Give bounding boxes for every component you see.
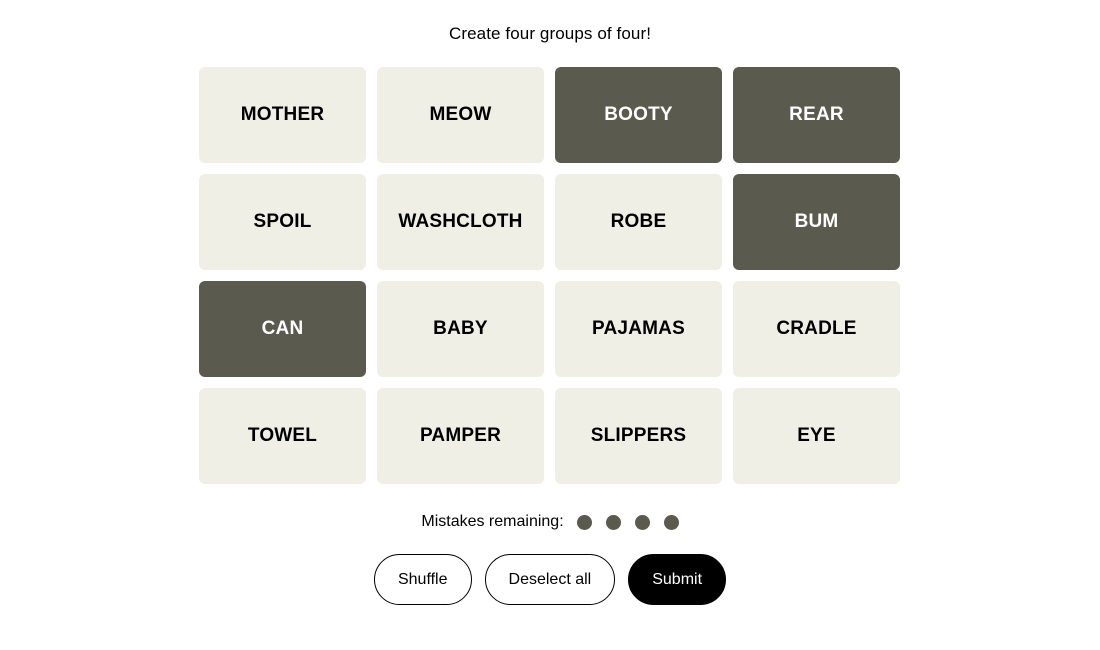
word-tile[interactable]: BUM xyxy=(733,174,900,270)
mistakes-dots xyxy=(576,514,679,530)
word-tile[interactable]: BOOTY xyxy=(555,67,722,163)
mistake-dot xyxy=(663,514,679,530)
mistake-dot xyxy=(605,514,621,530)
mistake-dot xyxy=(576,514,592,530)
mistakes-row: Mistakes remaining: xyxy=(199,507,901,537)
word-tile[interactable]: ROBE xyxy=(555,174,722,270)
connections-game: Create four groups of four! MOTHER MEOW BO… xyxy=(199,0,901,605)
submit-button[interactable]: Submit xyxy=(628,554,727,605)
word-tile[interactable]: TOWEL xyxy=(199,388,366,484)
word-tile[interactable]: EYE xyxy=(733,388,900,484)
deselect-all-button[interactable]: Deselect all xyxy=(484,554,616,605)
word-tile[interactable]: BABY xyxy=(377,281,544,377)
word-tile[interactable]: PAMPER xyxy=(377,388,544,484)
word-tile[interactable]: SPOIL xyxy=(199,174,366,270)
shuffle-button[interactable]: Shuffle xyxy=(373,554,472,605)
word-tile[interactable]: MEOW xyxy=(377,67,544,163)
word-tile[interactable]: CRADLE xyxy=(733,281,900,377)
word-grid: MOTHER MEOW BOOTY REAR SPOIL WASHCLOTH ROBE BUM… xyxy=(199,67,901,484)
mistake-dot xyxy=(634,514,650,530)
word-tile[interactable]: MOTHER xyxy=(199,67,366,163)
word-tile[interactable]: PAJAMAS xyxy=(555,281,722,377)
word-tile[interactable]: SLIPPERS xyxy=(555,388,722,484)
word-tile[interactable]: CAN xyxy=(199,281,366,377)
controls-row: Shuffle Deselect all Submit xyxy=(199,554,901,605)
word-tile[interactable]: REAR xyxy=(733,67,900,163)
word-tile[interactable]: WASHCLOTH xyxy=(377,174,544,270)
page-title: Create four groups of four! xyxy=(448,24,652,43)
mistakes-label: Mistakes remaining: xyxy=(421,513,564,530)
